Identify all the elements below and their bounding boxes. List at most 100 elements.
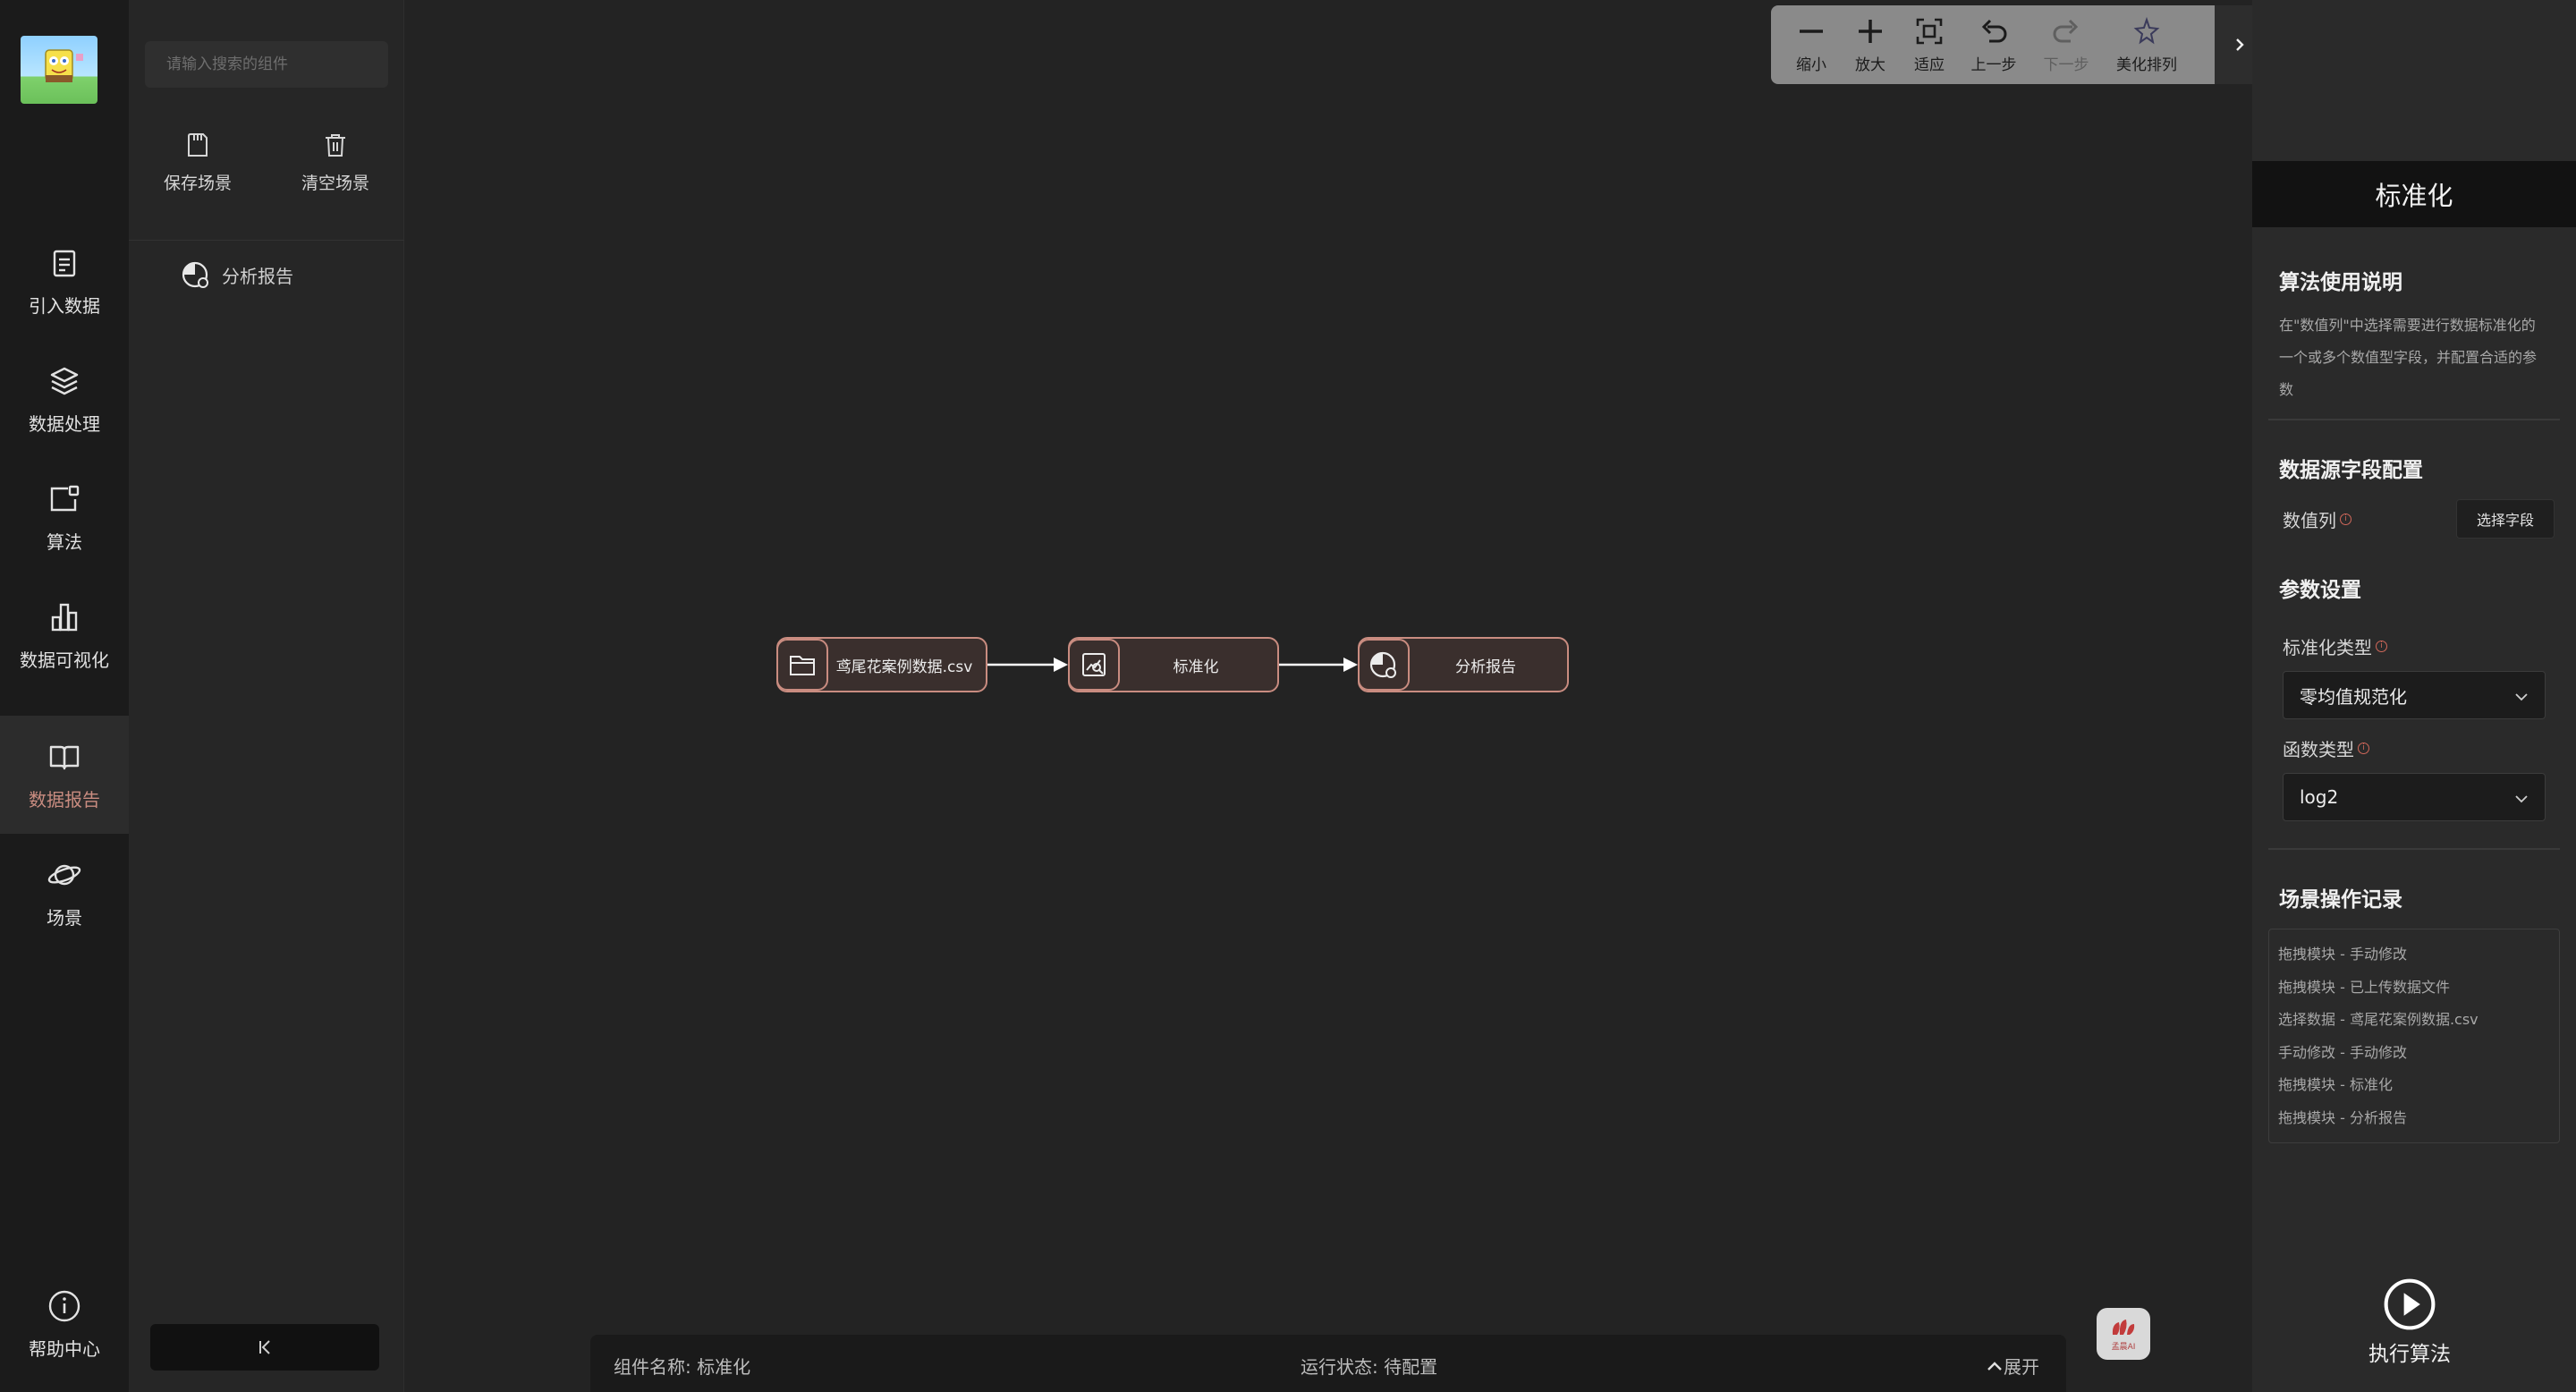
flow-edges: [987, 658, 1358, 672]
toolbar-label: 适应: [1914, 55, 1945, 74]
func-type-value: log2: [2300, 786, 2339, 808]
assistant-logo-button[interactable]: 孟晨AI: [2097, 1308, 2150, 1360]
play-icon: [2384, 1278, 2436, 1330]
clear-scene-label: 清空场景: [301, 174, 369, 193]
collapse-left-icon: [259, 1340, 270, 1354]
status-bar: 组件名称: 标准化 运行状态: 待配置 展开: [590, 1335, 2066, 1392]
standardize-icon: [1082, 653, 1106, 676]
undo-button[interactable]: 上一步: [1959, 5, 2029, 84]
usage-description: 在"数值列"中选择需要进行数据标准化的一个或多个数值型字段，并配置合适的参数: [2279, 317, 2538, 398]
minus-icon: [1800, 29, 1823, 33]
nav-label: 帮助中心: [29, 1337, 100, 1360]
expand-status-button[interactable]: 展开: [1986, 1353, 2039, 1379]
log-section-title: 场景操作记录: [2279, 888, 2402, 912]
properties-panel: 标准化 算法使用说明 在"数值列"中选择需要进行数据标准化的一个或多个数值型字段…: [2252, 0, 2576, 1392]
bar-chart-icon: [51, 603, 78, 631]
log-entry: 手动修改 - 手动修改: [2278, 1043, 2407, 1061]
save-scene-button[interactable]: 保存场景: [140, 131, 256, 211]
nav-algorithm[interactable]: 算法: [0, 458, 129, 576]
chevron-up-icon: [1987, 1361, 2002, 1371]
run-status: 运行状态: 待配置: [1301, 1356, 1438, 1378]
info-icon: i: [2340, 514, 2351, 525]
clipboard-icon: [53, 250, 76, 276]
node-icon-box: [1358, 639, 1410, 691]
flow-canvas[interactable]: 鸢尾花案例数据.csv 标准化 分析报告: [404, 0, 2252, 1392]
left-nav: 引入数据 数据处理 算法 数据可视化 数据报告 场景 帮助中心: [0, 0, 129, 1392]
pie-report-icon: [182, 261, 208, 288]
node-label: 鸢尾花案例数据.csv: [835, 658, 973, 676]
user-avatar[interactable]: [21, 36, 97, 104]
std-type-text: 标准化类型: [2283, 637, 2372, 658]
nav-data-report[interactable]: 数据报告: [0, 716, 129, 834]
brand-logo-text: 孟晨AI: [2111, 1342, 2136, 1352]
undo-icon: [1981, 19, 2007, 42]
redo-button[interactable]: 下一步: [2029, 5, 2104, 84]
beautify-layout-button[interactable]: 美化排列: [2104, 5, 2190, 84]
zoom-out-button[interactable]: 缩小: [1782, 5, 1841, 84]
nav-label: 数据处理: [29, 412, 100, 435]
node-icon-box: [1068, 639, 1120, 691]
nav-help-center[interactable]: 帮助中心: [0, 1270, 129, 1378]
std-type-select[interactable]: 零均值规范化: [2283, 671, 2546, 719]
save-icon: [188, 133, 208, 157]
zoom-in-button[interactable]: 放大: [1841, 5, 1900, 84]
pie-report-icon: [1369, 651, 1396, 678]
avatar-image: [45, 49, 83, 82]
redo-icon: [2053, 19, 2079, 42]
clear-scene-button[interactable]: 清空场景: [277, 131, 394, 211]
edge-1-arrow: [1054, 658, 1068, 672]
run-algorithm-label: 执行算法: [2368, 1343, 2451, 1366]
nav-label: 引入数据: [29, 294, 100, 317]
flow-node-analysis-report[interactable]: 分析报告: [1358, 637, 1569, 692]
log-entry: 拖拽模块 - 分析报告: [2278, 1108, 2407, 1126]
log-entry: 拖拽模块 - 标准化: [2278, 1076, 2393, 1093]
chevron-down-icon: [2515, 795, 2528, 803]
nav-scene[interactable]: 场景: [0, 834, 129, 952]
plus-icon: [1859, 19, 1882, 43]
algorithm-icon: [50, 485, 80, 511]
fit-icon: [1916, 18, 1943, 44]
save-scene-label: 保存场景: [163, 174, 232, 193]
nav-import-data[interactable]: 引入数据: [0, 222, 129, 340]
book-icon: [49, 745, 80, 769]
folder-icon: [790, 656, 815, 675]
component-search-input[interactable]: [145, 41, 388, 88]
func-type-text: 函数类型: [2283, 739, 2354, 760]
flow-node-standardize[interactable]: 标准化: [1068, 637, 1279, 692]
canvas-toolbar: 缩小 放大 适应 上一步 下一步 美化排列: [1771, 5, 2215, 84]
toolbar-label: 上一步: [1970, 55, 2017, 74]
nav-label: 场景: [47, 906, 82, 929]
nav-label: 算法: [47, 530, 82, 553]
expand-label: 展开: [2004, 1356, 2039, 1378]
toolbar-label: 下一步: [2043, 55, 2089, 74]
nav-label: 数据报告: [29, 788, 100, 811]
source-section-title: 数据源字段配置: [2279, 459, 2423, 482]
trash-icon: [326, 134, 345, 157]
std-type-value: 零均值规范化: [2300, 685, 2407, 708]
component-label: 分析报告: [222, 265, 293, 287]
select-field-button[interactable]: 选择字段: [2456, 499, 2555, 539]
usage-section-title: 算法使用说明: [2279, 271, 2402, 294]
log-entry: 拖拽模块 - 已上传数据文件: [2278, 978, 2450, 996]
run-algorithm-button[interactable]: 执行算法: [2354, 1277, 2465, 1367]
info-icon: [48, 1290, 80, 1321]
flow-node-iris-data[interactable]: 鸢尾花案例数据.csv: [776, 637, 987, 692]
fit-view-button[interactable]: 适应: [1900, 5, 1959, 84]
divider: [2268, 848, 2560, 850]
brand-logo-icon: [2112, 1319, 2135, 1335]
numeric-column-text: 数值列: [2283, 510, 2336, 531]
nav-label: 数据可视化: [20, 649, 109, 671]
info-icon: i: [2376, 641, 2387, 652]
collapse-panel-button[interactable]: [150, 1324, 379, 1371]
nav-data-processing[interactable]: 数据处理: [0, 340, 129, 458]
std-type-label: 标准化类型 i: [2283, 633, 2387, 659]
layers-icon: [50, 367, 79, 395]
chevron-right-icon: [2236, 38, 2244, 51]
params-section-title: 参数设置: [2279, 579, 2361, 602]
nav-data-visualization[interactable]: 数据可视化: [0, 576, 129, 694]
func-type-select[interactable]: log2: [2283, 773, 2546, 821]
edge-2-arrow: [1343, 658, 1358, 672]
component-item-analysis-report[interactable]: 分析报告: [181, 259, 293, 290]
panel-title: 标准化: [2252, 161, 2576, 227]
info-icon: i: [2358, 743, 2369, 754]
